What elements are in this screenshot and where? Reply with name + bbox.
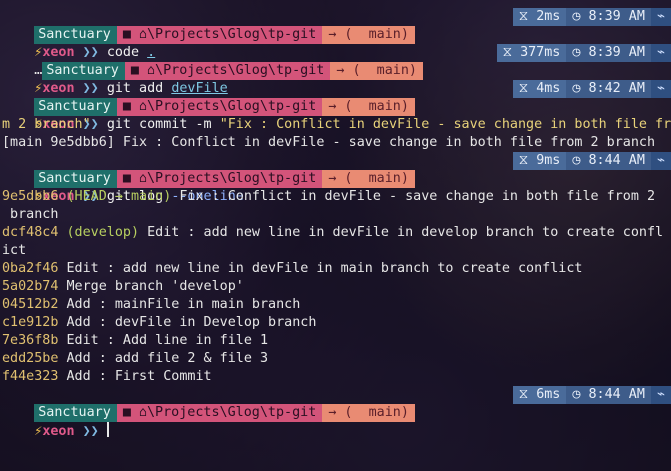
prompt-line[interactable]: ⚡xeon ❯❯ [0,404,671,439]
hourglass-icon: ⧖ [518,9,529,24]
commit-message: Fix : Conflict in devFile - save change … [179,189,656,204]
status-bar: Sanctuary ■ ⌂\Projects\Glog\tp-git → ( mai… [0,152,671,188]
pulse-icon: ⌁ [650,80,671,98]
log-entry: f44e323 Add : First Commit [0,368,671,386]
log-entry: dcf48c4 (develop) Edit : add new line in… [0,224,671,242]
commit-hash: f44e323 [2,369,59,384]
status-right: ⧖ 2ms ◷ 8:39 AM ⌁ [512,8,671,26]
log-entry: 9e5dbb6 (HEAD → main) Fix : Conflict in … [0,188,671,206]
time-segment: ◷ 8:44 AM [566,386,651,404]
wrapped-line: ict [2,243,27,258]
duration-segment: ⧖ 2ms [512,8,567,26]
status-right: ⧖ 6ms ◷ 8:44 AM ⌁ [512,386,671,404]
log-entry: c1e912b Add : devFile in Develop branch [0,314,671,332]
wrapped-line: m 2 branch" [2,117,91,132]
clock-icon: ◷ [572,9,581,24]
text-cursor[interactable] [106,422,109,437]
time-segment: ◷ 8:39 AM [566,8,651,26]
commit-hash: 0ba2f46 [2,261,59,276]
status-right: ⧖ 377ms ◷ 8:39 AM ⌁ [496,44,671,62]
duration-segment: ⧖ 4ms [512,80,567,98]
prompt-line: ⚡xeon ❯❯ git add devFile [34,81,228,96]
pulse-icon: ⌁ [650,152,671,170]
log-entry: 7e36f8b Edit : Add line in file 1 [0,332,671,350]
status-bar: Sanctuary ■ ⌂\Projects\Glog\tp-git → ( mai… [0,80,671,116]
prompt-line: ⚡xeon ❯❯ git commit -m "Fix : Conflict i… [0,98,671,132]
commit-message: Edit : add new line in devFile in main b… [66,261,583,276]
duration-segment: ⧖ 6ms [512,386,567,404]
commit-message: Merge branch 'develop' [66,279,244,294]
commit-hash: 5a02b74 [2,279,59,294]
time-segment: ◷ 8:39 AM [566,44,651,62]
log-entry: 04512b2 Add : mainFile in main branch [0,296,671,314]
commit-hash: edd25be [2,351,59,366]
hourglass-icon: ⧖ [502,45,512,60]
chevron-icon: ❯❯ [82,424,99,439]
status-right: ⧖ 4ms ◷ 8:42 AM ⌁ [512,80,671,98]
pulse-icon: ⌁ [650,8,671,26]
commit-message: Add : First Commit [66,369,212,384]
log-entry: 0ba2f46 Edit : add new line in devFile i… [0,260,671,278]
clock-icon: ◷ [572,81,581,96]
clock-icon: ◷ [572,45,581,60]
pulse-icon: ⌁ [650,386,671,404]
commit-refs: (develop) [66,225,140,240]
commit-message: Edit : Add line in file 1 [66,333,269,348]
status-bar: ⁠Sanctuary■ ⌂\Projects\Glog\tp-git→ ( ma… [0,8,671,44]
log-entry: edd25be Add : add file 2 & file 3 [0,350,671,368]
commit-message: Add : devFile in Develop branch [66,315,317,330]
commit-refs: (HEAD → main) [66,189,172,204]
clock-icon: ◷ [572,153,581,168]
commit-hash: 04512b2 [2,297,59,312]
commit-hash: c1e912b [2,315,59,330]
status-bar: Sanctuary ■ ⌂\Projects\Glog\tp-git → ( mai… [0,386,671,422]
clock-icon: ◷ [572,387,581,402]
time-segment: ◷ 8:42 AM [566,80,651,98]
commit-hash: dcf48c4 [2,225,59,240]
terminal-output[interactable]: ⁠Sanctuary■ ⌂\Projects\Glog\tp-git→ ( ma… [0,8,671,439]
commit-hash: 9e5dbb6 [2,189,59,204]
pulse-icon: ⌁ [650,44,671,62]
hourglass-icon: ⧖ [518,81,529,96]
commit-message: Add : add file 2 & file 3 [66,351,269,366]
commit-hash: 7e36f8b [2,333,59,348]
duration-segment: ⧖ 9ms [512,152,567,170]
time-segment: ◷ 8:44 AM [566,152,651,170]
status-right: ⧖ 9ms ◷ 8:44 AM ⌁ [512,152,671,170]
log-entry: 5a02b74 Merge branch 'develop' [0,278,671,296]
git-log: 9e5dbb6 (HEAD → main) Fix : Conflict in … [0,188,671,386]
wrapped-line: branch [2,207,59,222]
status-bar: … Sanctuary ■ ⌂\Projects\Glog\tp-git → ( ma… [0,44,671,80]
duration-segment: ⧖ 377ms [496,44,567,62]
prompt-line: ⚡xeon ❯❯ git log --oneline [34,189,244,204]
commit-message: Edit : add new line in devFile in develo… [147,225,664,240]
prompt-line: ⚡xeon ❯❯ code . [0,26,671,60]
commit-result: [main 9e5dbb6] Fix : Conflict in devFile… [2,135,656,150]
hourglass-icon: ⧖ [518,153,529,168]
hourglass-icon: ⧖ [518,387,529,402]
commit-message: Add : mainFile in main branch [66,297,301,312]
